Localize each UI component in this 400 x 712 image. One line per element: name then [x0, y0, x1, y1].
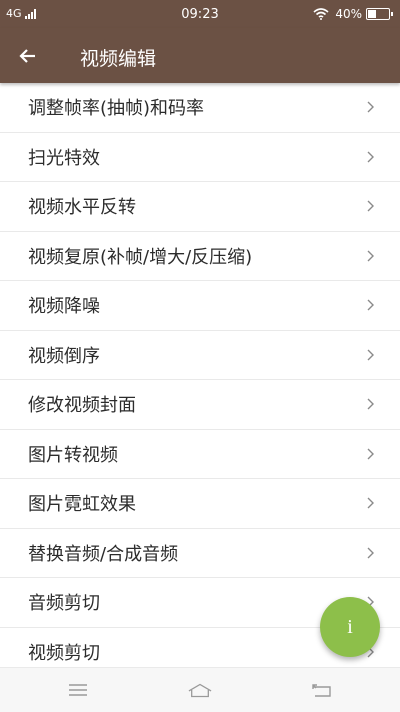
menu-item-label: 视频倒序 — [28, 345, 100, 367]
menu-item-horizontal-flip[interactable]: 视频水平反转 — [0, 182, 400, 232]
status-right: 40% — [313, 7, 393, 21]
chevron-right-icon — [366, 496, 376, 510]
chevron-right-icon — [366, 150, 376, 164]
status-bar: 4G 09:23 40% — [0, 0, 400, 28]
menu-item-label: 替换音频/合成音频 — [28, 543, 179, 565]
chevron-right-icon — [366, 348, 376, 362]
menu-item-label: 扫光特效 — [28, 147, 100, 169]
menu-item-label: 视频剪切 — [28, 642, 100, 664]
menu-list: 调整帧率(抽帧)和码率 扫光特效 视频水平反转 视频复原(补帧/增大/反压缩) … — [0, 83, 400, 677]
chevron-right-icon — [366, 298, 376, 312]
chevron-right-icon — [366, 546, 376, 560]
chevron-right-icon — [366, 249, 376, 263]
return-icon — [312, 684, 331, 697]
info-fab-button[interactable]: i — [320, 597, 380, 657]
menu-icon — [69, 684, 87, 696]
battery-percent: 40% — [335, 7, 362, 21]
battery-icon — [366, 8, 393, 20]
menu-item-edit-cover[interactable]: 修改视频封面 — [0, 380, 400, 430]
menu-item-label: 视频降噪 — [28, 296, 100, 318]
menu-nav-button[interactable] — [66, 678, 90, 702]
system-nav-bar — [0, 667, 400, 712]
app-bar: 视频编辑 — [0, 28, 400, 83]
menu-item-reverse[interactable]: 视频倒序 — [0, 331, 400, 380]
menu-item-label: 音频剪切 — [28, 593, 100, 615]
menu-item-label: 图片转视频 — [28, 444, 118, 466]
menu-item-label: 视频水平反转 — [28, 197, 136, 219]
page-title: 视频编辑 — [80, 48, 157, 70]
chevron-right-icon — [366, 397, 376, 411]
arrow-left-icon — [19, 49, 35, 63]
home-nav-button[interactable] — [188, 678, 212, 702]
menu-item-video-restore[interactable]: 视频复原(补帧/增大/反压缩) — [0, 232, 400, 281]
menu-item-sweep-effect[interactable]: 扫光特效 — [0, 133, 400, 182]
home-icon — [188, 683, 212, 698]
menu-item-label: 修改视频封面 — [28, 395, 136, 417]
menu-item-replace-audio[interactable]: 替换音频/合成音频 — [0, 529, 400, 578]
chevron-right-icon — [366, 100, 376, 114]
menu-item-label: 调整帧率(抽帧)和码率 — [28, 98, 205, 120]
info-icon: i — [347, 615, 353, 638]
menu-item-image-to-video[interactable]: 图片转视频 — [0, 430, 400, 479]
menu-item-denoise[interactable]: 视频降噪 — [0, 281, 400, 331]
wifi-icon — [313, 8, 329, 20]
menu-item-label: 图片霓虹效果 — [28, 494, 136, 516]
chevron-right-icon — [366, 447, 376, 461]
menu-item-neon-effect[interactable]: 图片霓虹效果 — [0, 479, 400, 529]
back-nav-button[interactable] — [310, 678, 334, 702]
menu-item-frame-rate[interactable]: 调整帧率(抽帧)和码率 — [0, 83, 400, 133]
menu-item-label: 视频复原(补帧/增大/反压缩) — [28, 246, 253, 268]
chevron-right-icon — [366, 199, 376, 213]
back-button[interactable] — [12, 40, 44, 72]
